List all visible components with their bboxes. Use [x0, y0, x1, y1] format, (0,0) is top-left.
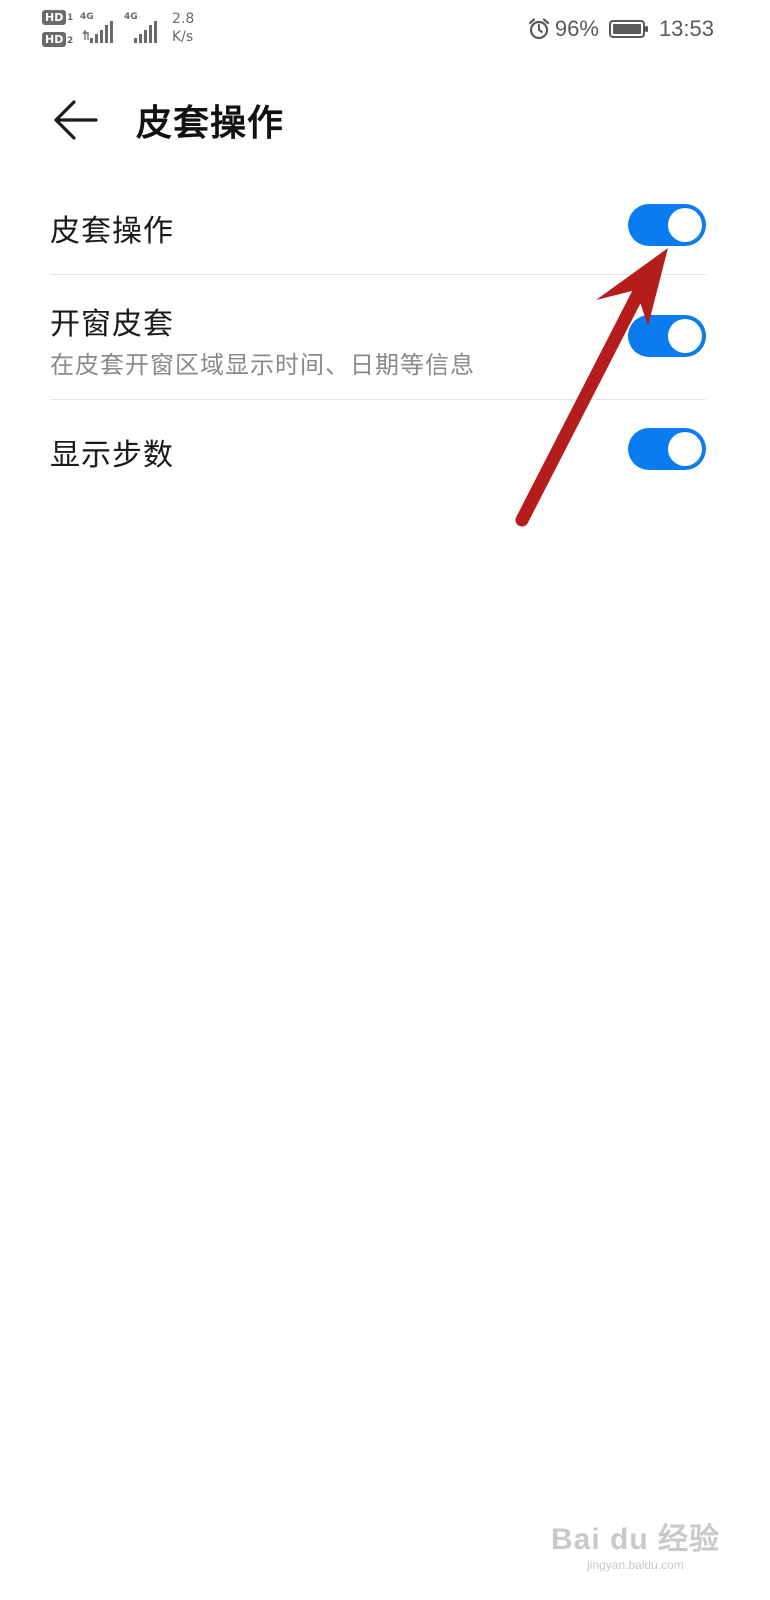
signal-icon	[134, 21, 157, 43]
watermark-url: jingyan.baidu.com	[587, 1558, 684, 1572]
watermark-logo: Bai du 经验	[550, 1523, 720, 1556]
status-right: 96% 13:53	[527, 12, 714, 46]
battery-percent: 96%	[554, 16, 599, 41]
rate-unit: K/s	[172, 29, 194, 45]
setting-row-cover-operation[interactable]: 皮套操作	[50, 176, 706, 275]
hd-slot-1: 1	[67, 13, 74, 23]
back-arrow-icon[interactable]	[52, 98, 100, 142]
setting-row-window-cover[interactable]: 开窗皮套 在皮套开窗区域显示时间、日期等信息	[50, 275, 706, 400]
setting-title: 开窗皮套	[50, 307, 174, 342]
setting-title: 显示步数	[50, 438, 174, 473]
show-steps-toggle[interactable]	[628, 428, 706, 470]
window-cover-toggle[interactable]	[628, 315, 706, 357]
network-rate: 2.8 K/s	[172, 10, 194, 46]
settings-list: 皮套操作 开窗皮套 在皮套开窗区域显示时间、日期等信息 显示步数	[50, 176, 706, 498]
clock-time: 13:53	[658, 16, 714, 41]
hd-slot-2: 2	[67, 36, 74, 46]
app-header: 皮套操作	[0, 80, 770, 160]
battery-icon	[608, 20, 648, 38]
toggle-knob	[668, 319, 702, 353]
page-title: 皮套操作	[136, 103, 285, 144]
signal-icon	[82, 21, 113, 43]
hd-badge-2: HD	[42, 32, 67, 47]
setting-row-show-steps[interactable]: 显示步数	[50, 400, 706, 498]
setting-title: 皮套操作	[50, 214, 174, 249]
toggle-knob	[668, 432, 702, 466]
baidu-watermark: Bai du 经验 jingyan.baidu.com	[551, 1514, 720, 1572]
cover-operation-toggle[interactable]	[628, 204, 706, 246]
screen: HD 1 HD 2 4G 4G 2.8 K/s 96% 13:53 皮套操作 皮…	[0, 0, 770, 1600]
setting-subtitle: 在皮套开窗区域显示时间、日期等信息	[50, 351, 475, 379]
alarm-icon	[528, 18, 549, 40]
rate-value: 2.8	[172, 11, 195, 27]
toggle-knob	[668, 208, 702, 242]
hd-badge-1: HD	[42, 10, 67, 25]
status-bar: HD 1 HD 2 4G 4G 2.8 K/s 96% 13:53	[0, 0, 770, 60]
